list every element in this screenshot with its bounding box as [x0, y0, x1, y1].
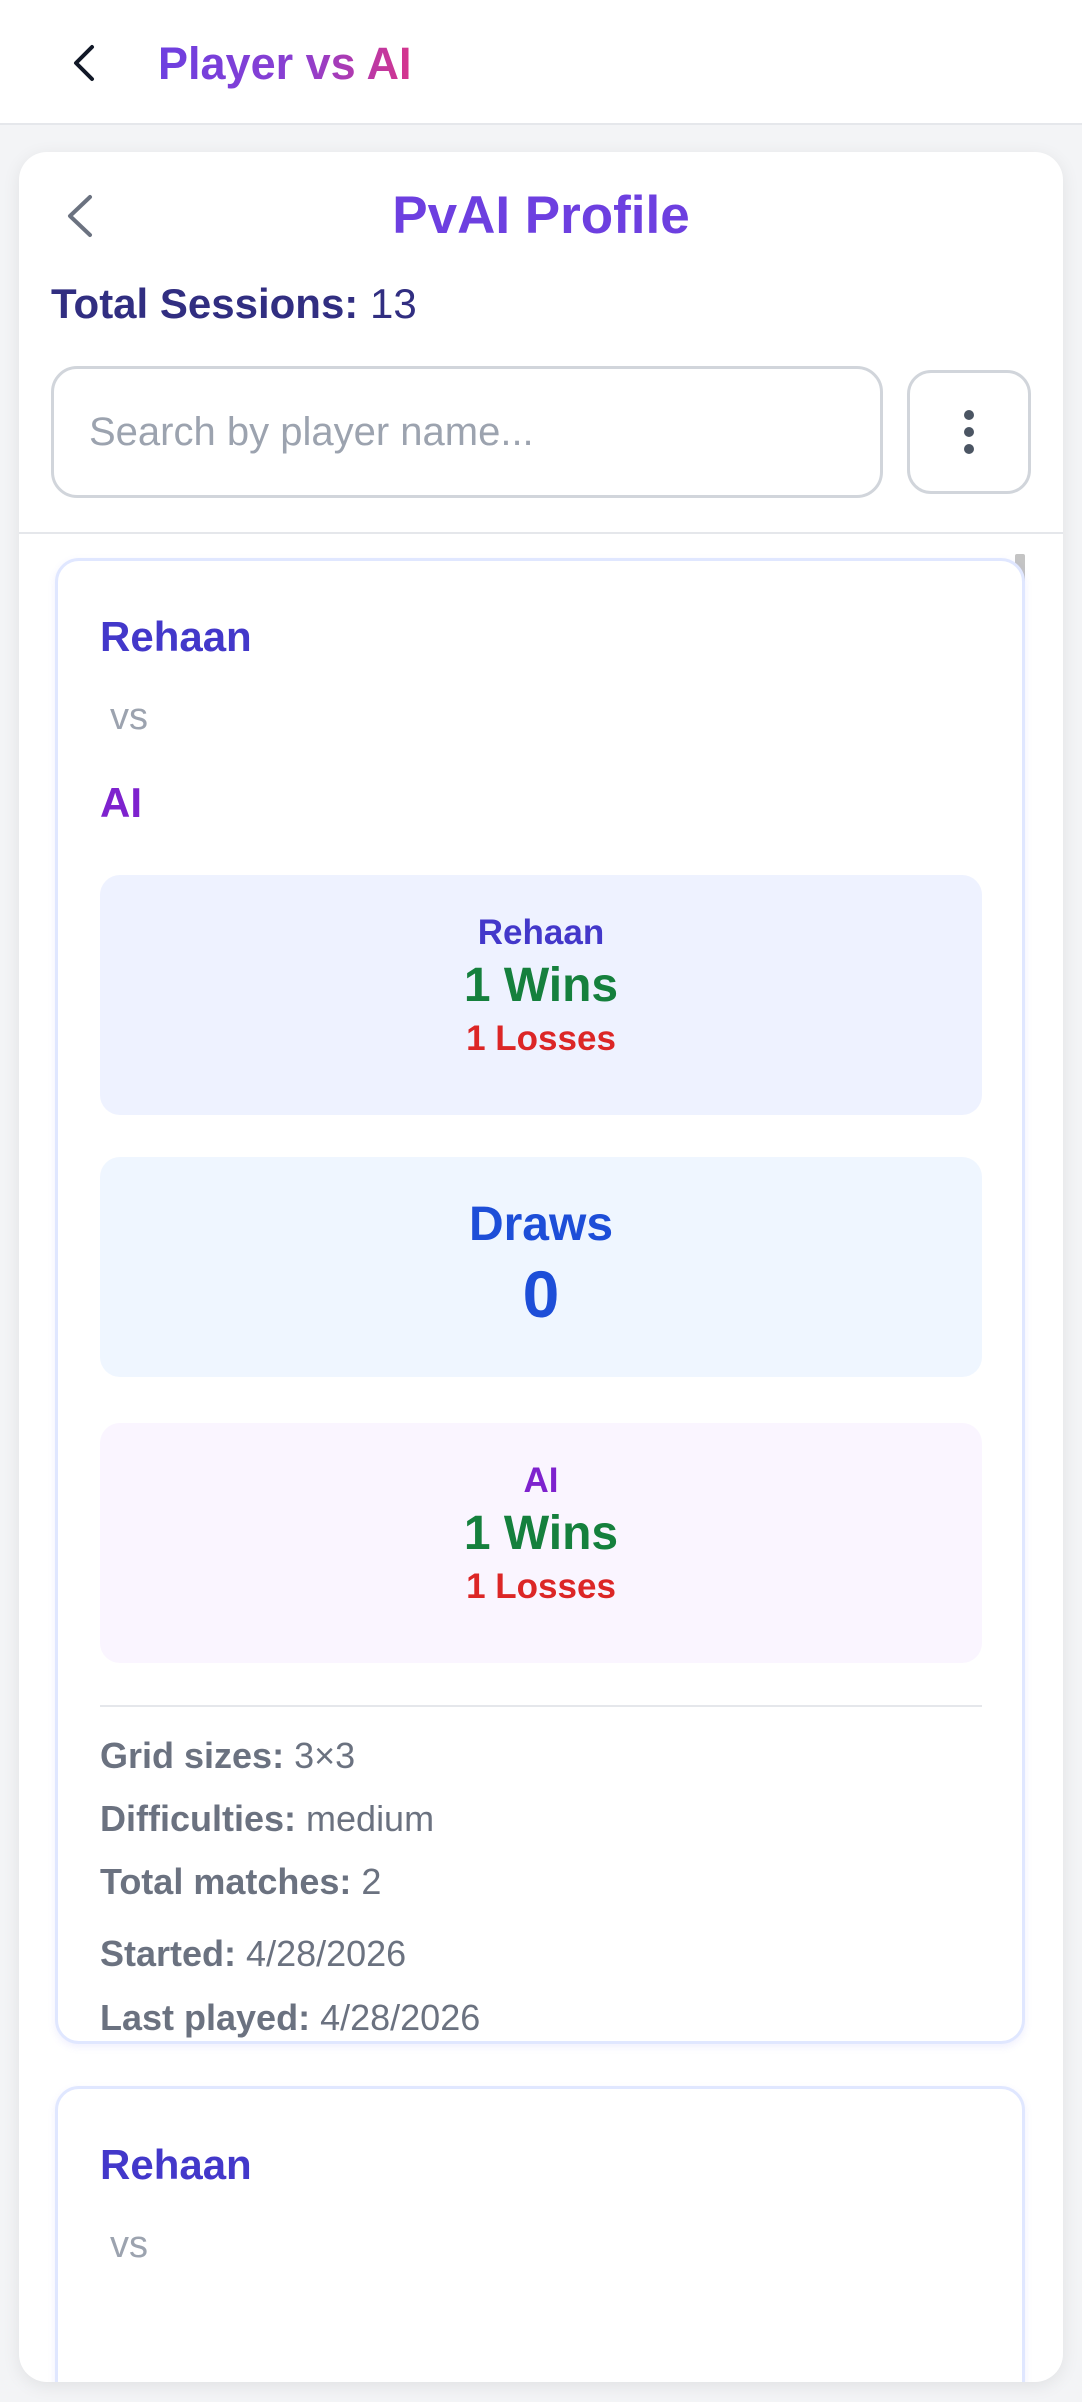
grid-sizes-label: Grid sizes: — [100, 1735, 285, 1776]
last-played-value: 4/28/2026 — [320, 1997, 481, 2038]
session-card[interactable]: Rehaan vs — [55, 2086, 1025, 2382]
last-played-label: Last played: — [100, 1997, 311, 2038]
total-sessions-label: Total Sessions: — [51, 280, 359, 327]
search-input[interactable] — [87, 408, 851, 456]
search-box — [51, 366, 883, 498]
session-list[interactable]: Rehaan vs AI Rehaan 1 Wins 1 Losses Draw… — [19, 534, 1063, 2382]
player-stats-box: Rehaan 1 Wins 1 Losses — [100, 875, 982, 1115]
grid-sizes-value: 3×3 — [294, 1735, 356, 1776]
session-card[interactable]: Rehaan vs AI Rehaan 1 Wins 1 Losses Draw… — [55, 558, 1025, 2044]
total-matches-label: Total matches: — [100, 1861, 352, 1902]
ai-stats-name: AI — [523, 1461, 559, 1500]
total-matches-value: 2 — [361, 1861, 382, 1902]
started-label: Started: — [100, 1933, 237, 1974]
total-sessions: Total Sessions: 13 — [51, 276, 417, 332]
ai-losses: 1 Losses — [466, 1567, 616, 1606]
ai-stats-box: AI 1 Wins 1 Losses — [100, 1423, 982, 1663]
more-options-button[interactable] — [907, 370, 1031, 494]
profile-panel: PvAI Profile Total Sessions: 13 Rehaan v… — [19, 152, 1063, 2382]
card-divider — [100, 1705, 982, 1707]
profile-header: PvAI Profile Total Sessions: 13 — [19, 152, 1063, 534]
difficulties-value: medium — [306, 1798, 435, 1839]
app-back-button[interactable] — [62, 38, 106, 88]
player-name: Rehaan — [100, 613, 252, 660]
difficulties-label: Difficulties: — [100, 1798, 297, 1839]
app-bar: Player vs AI — [0, 0, 1082, 125]
draws-box: Draws 0 — [100, 1157, 982, 1377]
player-wins: 1 Wins — [463, 959, 619, 1012]
ai-wins: 1 Wins — [463, 1507, 619, 1560]
difficulties: Difficulties: medium — [100, 1796, 434, 1842]
last-played-date: Last played: 4/28/2026 — [100, 1995, 480, 2041]
started-date: Started: 4/28/2026 — [100, 1931, 406, 1977]
draws-label: Draws — [468, 1198, 614, 1251]
grid-sizes: Grid sizes: 3×3 — [100, 1733, 355, 1779]
chevron-left-icon — [74, 45, 94, 81]
started-value: 4/28/2026 — [246, 1933, 407, 1974]
app-title: Player vs AI — [158, 36, 412, 92]
player-losses: 1 Losses — [466, 1019, 616, 1058]
total-matches: Total matches: 2 — [100, 1859, 381, 1905]
vs-label: vs — [110, 2224, 148, 2266]
player-name: Rehaan — [100, 2141, 252, 2188]
vs-label: vs — [110, 696, 148, 738]
opponent-name: AI — [100, 779, 142, 826]
total-sessions-value: 13 — [369, 280, 417, 327]
player-stats-name: Rehaan — [477, 913, 605, 952]
more-vertical-icon — [964, 410, 974, 454]
page-title: PvAI Profile — [392, 186, 690, 245]
draws-value: 0 — [522, 1257, 560, 1331]
